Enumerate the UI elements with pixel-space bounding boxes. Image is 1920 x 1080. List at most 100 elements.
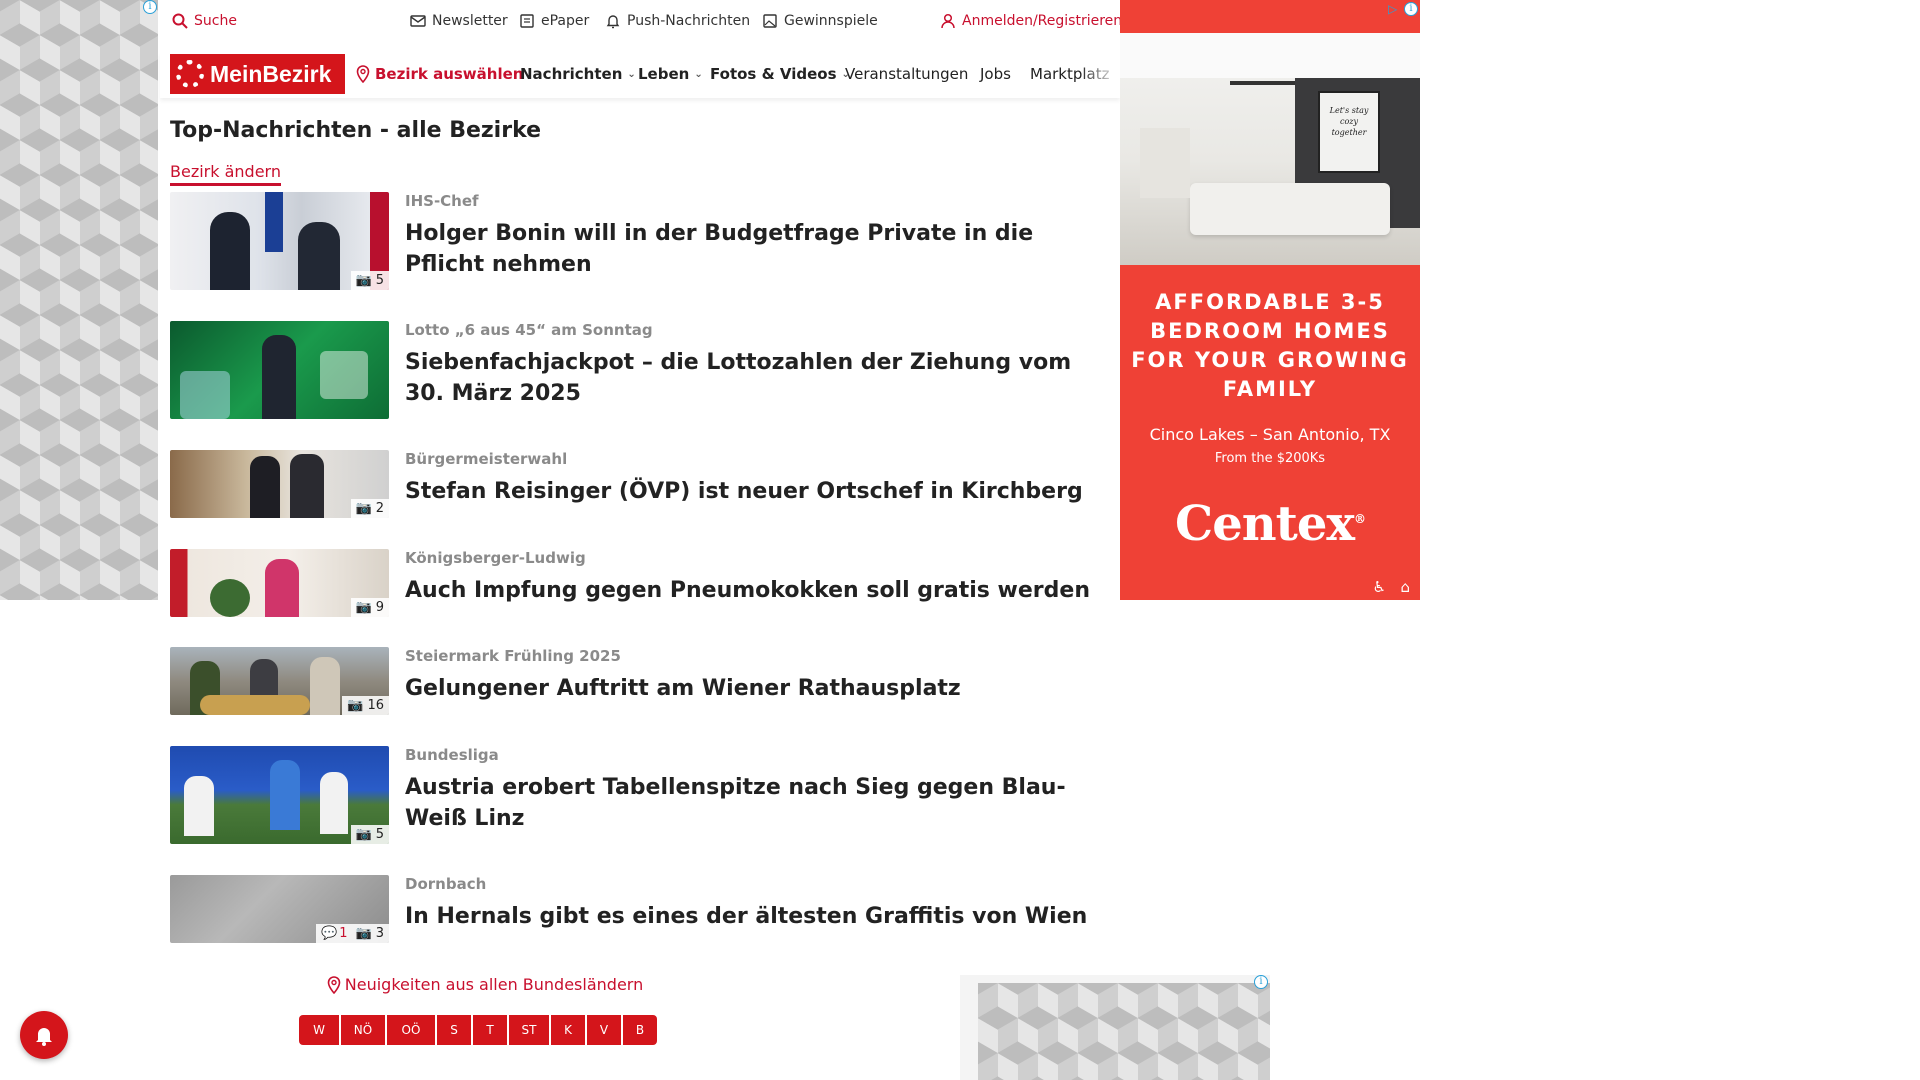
article-headline[interactable]: Gelungener Auftritt am Wiener Rathauspla… [405, 673, 1115, 704]
ad-doorway [1140, 128, 1190, 198]
epaper-label: ePaper [541, 13, 590, 29]
photo-count: 5 [375, 273, 384, 288]
ad-brand-logo: Centex® [1120, 496, 1420, 552]
site-logo[interactable]: MeinBezirk [170, 54, 345, 94]
article-thumbnail[interactable]: 📷 16 [170, 647, 389, 715]
article-headline[interactable]: Siebenfachjackpot – die Lottozahlen der … [405, 347, 1115, 409]
user-icon [941, 13, 955, 29]
thumb-figure [210, 212, 250, 290]
photo-count-badge: 📷 16 [342, 696, 389, 715]
ad-info-icon[interactable]: i [1254, 975, 1268, 989]
ad-photo: Let's stay cozy together [1120, 33, 1420, 265]
epaper-link[interactable]: ePaper [519, 13, 589, 29]
ad-location: Cinco Lakes – San Antonio, TX [1149, 425, 1391, 444]
ad-info-icon[interactable]: i [1404, 2, 1418, 16]
regions-title[interactable]: Neuigkeiten aus allen Bundesländern [320, 975, 650, 994]
ad-brand-mark: ® [1353, 512, 1366, 526]
main-nav: MeinBezirk Bezirk auswählen Nachrichten … [160, 52, 1120, 98]
region-button[interactable]: OÖ [387, 1015, 435, 1045]
region-buttons: W NÖ OÖ S T ST K V B [299, 1015, 657, 1045]
region-button[interactable]: NÖ [341, 1015, 385, 1045]
search-label: Suche [194, 13, 237, 29]
article-headline[interactable]: Stefan Reisinger (ÖVP) ist neuer Ortsche… [405, 476, 1115, 507]
comment-count: 💬 1 [321, 926, 347, 941]
article-kicker: Königsberger-Ludwig [405, 549, 586, 567]
push-link[interactable]: Push-Nachrichten [605, 13, 750, 29]
thumb-figure [310, 657, 340, 715]
article-item[interactable]: 📷 2 Bürgermeisterwahl Stefan Reisinger (Ö… [170, 450, 1115, 520]
location-pin-icon [327, 975, 341, 994]
photo-count-badge: 📷 5 [350, 825, 389, 844]
district-select[interactable]: Bezirk auswählen [356, 65, 523, 83]
ad-print-text: Let's stay cozy together [1329, 106, 1369, 137]
thumb-figure [265, 559, 299, 617]
article-headline[interactable]: Holger Bonin will in der Budgetfrage Pri… [405, 218, 1115, 280]
change-district-link[interactable]: Bezirk ändern [170, 162, 281, 186]
article-thumbnail[interactable]: 📷 9 [170, 549, 389, 617]
thumb-player [320, 772, 348, 834]
nav-fotos-videos-label: Fotos & Videos [710, 65, 837, 83]
gallery-icon: 📷 [355, 501, 372, 516]
thumb-figure [298, 222, 340, 290]
main-column: Suche Newsletter ePaper Push-Nachrichten… [160, 0, 1270, 1080]
login-link[interactable]: Anmelden/Registrieren [940, 13, 1122, 29]
nav-nachrichten[interactable]: Nachrichten ⌄ [520, 65, 636, 83]
push-notification-button[interactable] [20, 1011, 68, 1059]
right-ad[interactable]: Let's stay cozy together i ▷ AFFORDABLE … [1120, 0, 1420, 600]
article-kicker: Bürgermeisterwahl [405, 450, 568, 468]
games-link[interactable]: Gewinnspiele [762, 13, 878, 29]
nav-veranstaltungen-label: Veranstaltungen [845, 65, 969, 83]
ad-info-icon[interactable]: i [143, 0, 157, 14]
region-button[interactable]: K [551, 1015, 585, 1045]
nav-leben[interactable]: Leben ⌄ [638, 65, 703, 83]
nav-fotos-videos[interactable]: Fotos & Videos ⌄ [710, 65, 850, 83]
region-button[interactable]: S [437, 1015, 471, 1045]
gallery-icon: 📷 [347, 698, 364, 713]
nav-nachrichten-label: Nachrichten [520, 65, 623, 83]
newsletter-link[interactable]: Newsletter [410, 13, 508, 29]
comment-icon: 💬 [321, 926, 338, 941]
article-thumbnail[interactable]: 📷 2 [170, 450, 389, 518]
ad-choices-icon[interactable]: ▷ [1388, 2, 1402, 16]
bottom-ad-pattern [978, 983, 1270, 1080]
region-button[interactable]: W [299, 1015, 339, 1045]
article-headline[interactable]: In Hernals gibt es eines der ältesten Gr… [405, 901, 1115, 932]
equal-housing-icon: ⌂ [1400, 578, 1410, 596]
article-item[interactable]: 📷 5 IHS-Chef Holger Bonin will in der Bud… [170, 192, 1115, 292]
article-headline[interactable]: Auch Impfung gegen Pneumokokken soll gra… [405, 575, 1115, 606]
mail-icon [410, 15, 426, 27]
photo-count: 5 [375, 827, 384, 842]
article-thumbnail[interactable]: 📷 5 [170, 746, 389, 844]
article-thumbnail[interactable]: 📷 5 [170, 192, 389, 290]
ad-ceiling [1120, 33, 1420, 78]
article-thumbnail[interactable]: 💬 1 📷 3 [170, 875, 389, 943]
chevron-down-icon: ⌄ [627, 68, 636, 80]
page-title: Top-Nachrichten - alle Bezirke [170, 118, 542, 143]
search-icon [172, 13, 188, 29]
region-button[interactable]: B [623, 1015, 657, 1045]
article-item[interactable]: 📷 9 Königsberger-Ludwig Auch Impfung gege… [170, 549, 1115, 619]
nav-fade-overlay [1080, 52, 1120, 98]
nav-jobs-label: Jobs [980, 65, 1011, 83]
logo-text: MeinBezirk [210, 60, 332, 87]
article-item[interactable]: 📷 5 Bundesliga Austria erobert Tabellensp… [170, 746, 1115, 846]
article-headline[interactable]: Austria erobert Tabellenspitze nach Sieg… [405, 772, 1115, 834]
region-button[interactable]: T [473, 1015, 507, 1045]
photo-count-badge: 📷 2 [350, 499, 389, 518]
chevron-down-icon: ⌄ [694, 68, 703, 80]
nav-veranstaltungen[interactable]: Veranstaltungen [845, 65, 968, 83]
article-thumbnail[interactable] [170, 321, 389, 419]
bottom-ad[interactable]: i [960, 975, 1270, 1080]
ad-price: From the $200Ks [1214, 451, 1326, 466]
login-label: Anmelden/Registrieren [962, 13, 1123, 29]
nav-leben-label: Leben [638, 65, 690, 83]
region-button[interactable]: ST [509, 1015, 549, 1045]
article-item[interactable]: Lotto „6 aus 45“ am Sonntag Siebenfachja… [170, 321, 1115, 421]
region-button[interactable]: V [587, 1015, 621, 1045]
nav-jobs[interactable]: Jobs [980, 65, 1011, 83]
logo-icon [176, 60, 204, 88]
article-item[interactable]: 📷 16 Steiermark Frühling 2025 Gelungener … [170, 647, 1115, 717]
article-item[interactable]: 💬 1 📷 3 Dornbach In Hernals gibt es eines … [170, 875, 1115, 945]
search-link[interactable]: Suche [172, 13, 237, 29]
gallery-icon: 📷 [355, 600, 372, 615]
